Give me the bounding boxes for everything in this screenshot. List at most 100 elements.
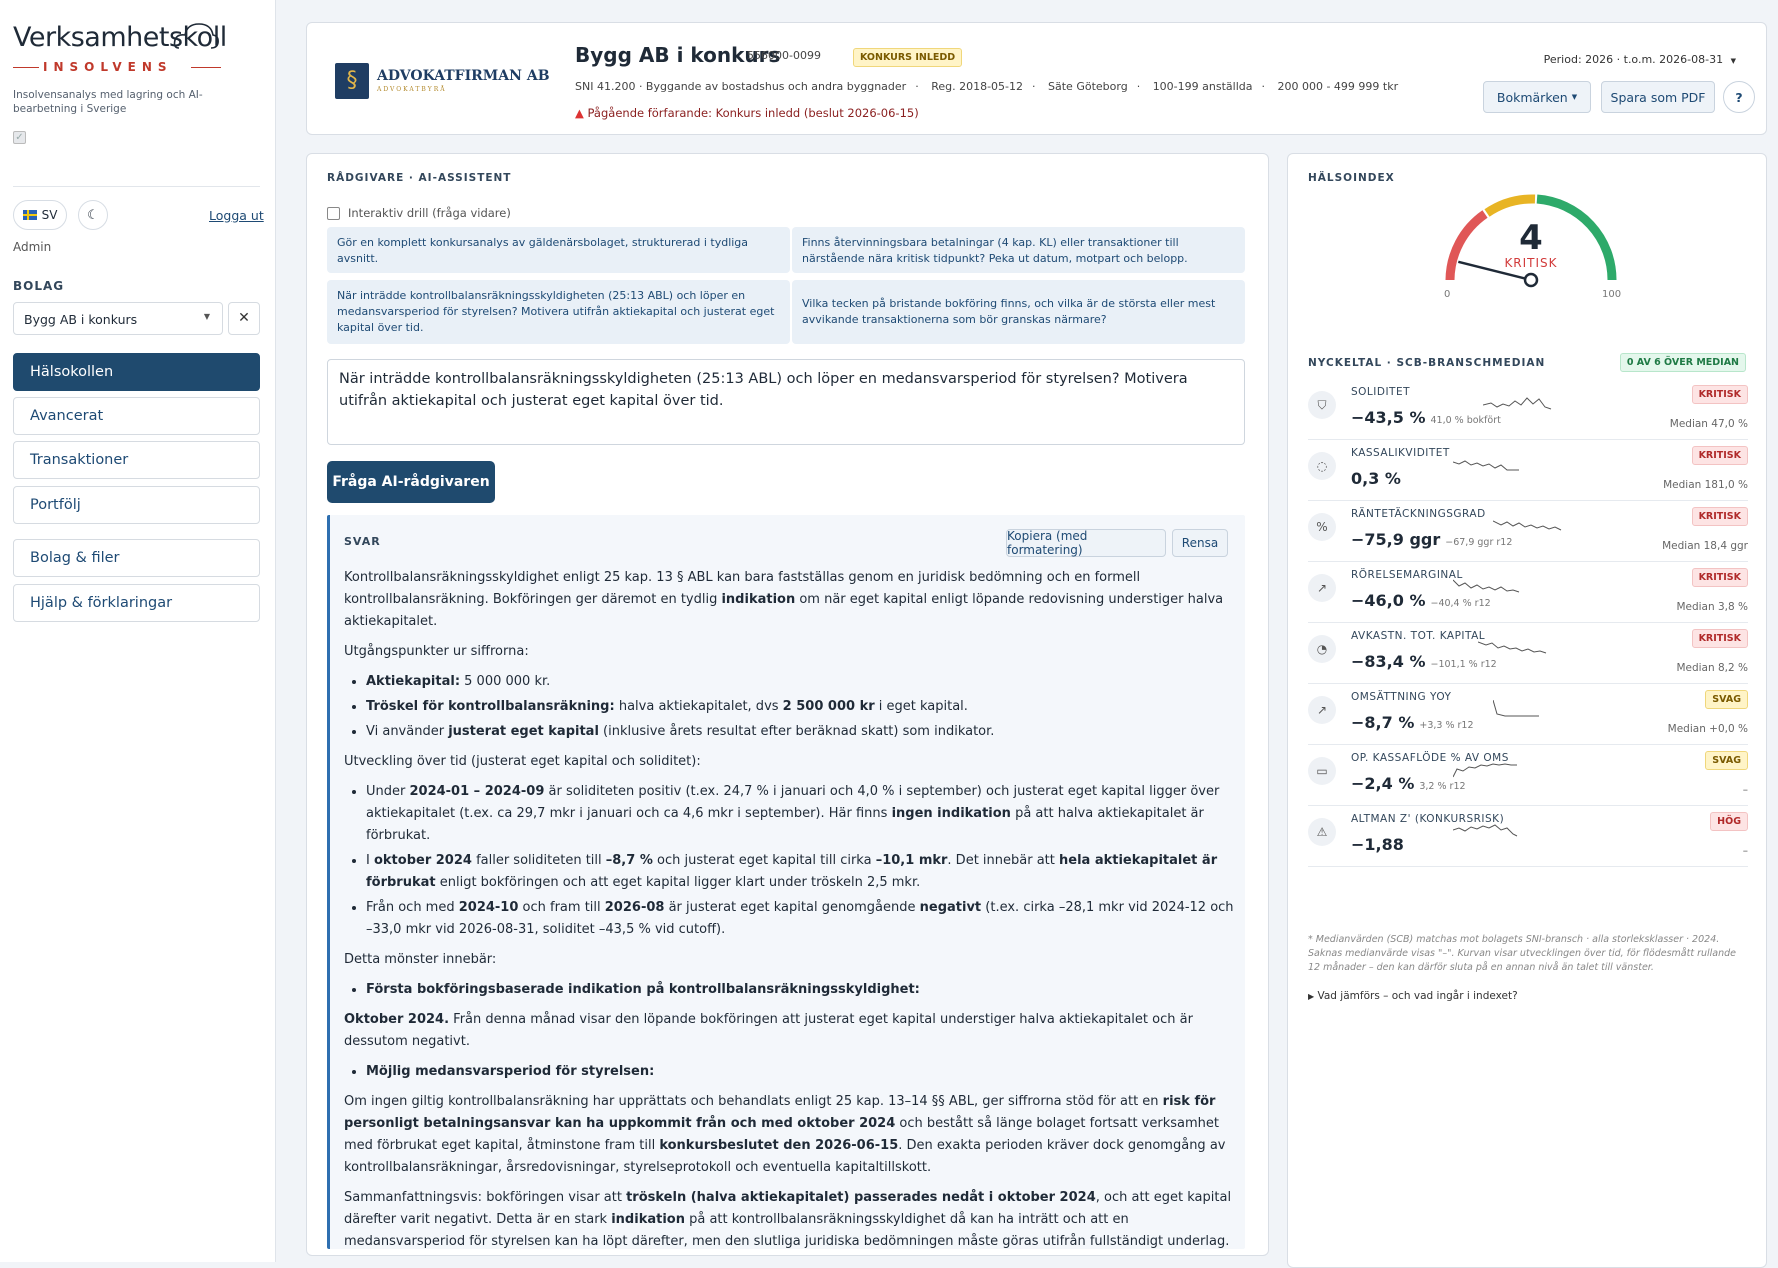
user-role: Admin xyxy=(13,240,52,254)
close-icon: ✕ xyxy=(238,310,250,326)
clear-button[interactable]: Rensa xyxy=(1172,529,1228,557)
gauge-yellow-arc xyxy=(1484,194,1536,217)
kpi-row[interactable]: ↗ OMSÄTTNING YOY −8,7 % +3,3 % r12 SVAG Media… xyxy=(1308,684,1748,745)
kpi-median: – xyxy=(1742,784,1748,796)
advisor-panel: RÅDGIVARE · AI-ASSISTENT Interaktiv dril… xyxy=(306,153,1269,1256)
company-select[interactable]: Bygg AB i konkurs ▼ xyxy=(13,302,223,335)
answer-paragraph: Kontrollbalansräkningsskyldighet enligt … xyxy=(344,570,1224,629)
kpi-value: −1,88 xyxy=(1351,835,1409,854)
nav-label: Bolag & filer xyxy=(30,550,120,566)
answer-paragraph: Utgångspunkter ur siffrorna: xyxy=(344,644,529,659)
answer-list: Första bokföringsbaserade indikation på … xyxy=(366,979,1234,1001)
company-select-value: Bygg AB i konkurs xyxy=(24,312,138,327)
drill-label: Interaktiv drill (fråga vidare) xyxy=(348,206,511,220)
advisor-heading: RÅDGIVARE · AI-ASSISTENT xyxy=(327,172,512,184)
warning-icon: ⚠ xyxy=(1308,818,1336,846)
disabled-checkbox[interactable]: ✓ xyxy=(13,131,26,144)
kpi-status-badge: KRITISK xyxy=(1691,629,1748,648)
health-panel: HÄLSOINDEX 4 KRITISK 0 100 NYCKELTAL · S… xyxy=(1287,153,1767,1268)
sparkline xyxy=(1483,397,1552,410)
divider xyxy=(13,186,260,187)
dark-mode-toggle[interactable]: ☾ xyxy=(78,200,108,230)
kpi-sub-value: +3,3 % r12 xyxy=(1419,720,1474,731)
answer-panel: SVAR Kopiera (med formatering) Rensa Kon… xyxy=(327,515,1245,1249)
details-toggle[interactable]: ▶ Vad jämförs – och vad ingår i indexet? xyxy=(1308,990,1518,1002)
company-meta: SNI 41.200 · Byggande av bostadshus och … xyxy=(575,80,1399,93)
kpi-row[interactable]: ↗ RÖRELSEMARGINAL −46,0 % −40,4 % r12 KRITIS… xyxy=(1308,562,1748,623)
nav-halsokollen[interactable]: Hälsokollen xyxy=(13,353,260,391)
kpi-row[interactable]: ⛉ SOLIDITET −43,5 % 41,0 % bokfört KRITISK Me… xyxy=(1308,379,1748,440)
nav-transaktioner[interactable]: Transaktioner xyxy=(13,441,260,479)
median-count-badge: 0 AV 6 ÖVER MEDIAN xyxy=(1619,353,1746,372)
sparkline xyxy=(1453,763,1517,778)
kpi-row[interactable]: ▭ OP. KASSAFLÖDE % AV OMS −2,4 % 3,2 % r12 S… xyxy=(1308,745,1748,806)
nav-bolag-filer[interactable]: Bolag & filer xyxy=(13,539,260,577)
suggestion-chip[interactable]: Finns återvinningsbara betalningar (4 ka… xyxy=(792,227,1245,273)
save-pdf-label: Spara som PDF xyxy=(1610,89,1706,105)
shield-icon: ⛉ xyxy=(1308,391,1336,419)
gauge-score: 4 xyxy=(1519,218,1543,258)
moon-icon: ☾ xyxy=(87,207,99,223)
kpi-value-main: −46,0 % xyxy=(1351,591,1426,610)
suggestion-chip[interactable]: Vilka tecken på bristande bokföring finn… xyxy=(792,280,1245,344)
language-selector[interactable]: SV xyxy=(13,200,67,230)
suggestion-chip[interactable]: Gör en komplett konkursanalys av gäldenä… xyxy=(327,227,790,273)
kpi-median: Median 8,2 % xyxy=(1676,662,1748,674)
kpi-status-badge: SVAG xyxy=(1705,751,1748,770)
kpi-sub-value: −40,4 % r12 xyxy=(1430,598,1491,609)
logo-subtitle: INSOLVENS xyxy=(43,60,173,74)
trend-icon: ↗ xyxy=(1308,574,1336,602)
suggestion-chip[interactable]: När inträdde kontrollbalansräkningsskyld… xyxy=(327,280,790,344)
kpi-value: −75,9 ggr −67,9 ggr r12 xyxy=(1351,530,1512,549)
kpi-value: −8,7 % +3,3 % r12 xyxy=(1351,713,1474,732)
kpi-sub-value: 41,0 % bokfört xyxy=(1430,415,1501,426)
kpi-value-main: −2,4 % xyxy=(1351,774,1415,793)
chevron-down-icon: ▼ xyxy=(203,312,210,321)
checkbox[interactable] xyxy=(327,206,340,220)
tagline: Insolvensanalys med lagring och AI-bearb… xyxy=(13,89,203,115)
kpi-row[interactable]: ◔ AVKASTN. TOT. KAPITAL −83,4 % −101,1 % r1… xyxy=(1308,623,1748,684)
answer-list: Möjlig medansvarsperiod för styrelsen: xyxy=(366,1061,1234,1083)
sparkline xyxy=(1493,700,1539,717)
nav-label: Hälsokollen xyxy=(30,364,114,380)
sidebar: Verksamhetskoll INSOLVENS Insolvensanaly… xyxy=(0,0,276,1262)
kpi-status-badge: KRITISK xyxy=(1691,446,1748,465)
kpi-name: RÖRELSEMARGINAL xyxy=(1351,569,1463,581)
bookmarks-button[interactable]: Bokmärken ▼ xyxy=(1483,81,1591,113)
kpi-median: Median 47,0 % xyxy=(1669,418,1748,430)
kpi-value-main: −83,4 % xyxy=(1351,652,1426,671)
company-header: § ADVOKATFIRMAN AB ADVOKATBYRÅ Bygg AB i… xyxy=(306,22,1767,135)
clear-company-button[interactable]: ✕ xyxy=(228,302,260,335)
kpi-row[interactable]: ⚠ ALTMAN Z' (KONKURSRISK) −1,88 HÖG – xyxy=(1308,806,1748,867)
kpi-median: Median 181,0 % xyxy=(1663,479,1748,491)
kpi-row[interactable]: % RÄNTETÄCKNINGSGRAD −75,9 ggr −67,9 ggr r1… xyxy=(1308,501,1748,562)
procedure-text: Pågående förfarande: Konkurs inledd (bes… xyxy=(587,106,919,120)
kpi-status-badge: KRITISK xyxy=(1691,507,1748,526)
triangle-right-icon: ▶ xyxy=(1308,992,1315,1001)
answer-paragraph: Detta mönster innebär: xyxy=(344,952,497,967)
app-logo[interactable]: Verksamhetskoll INSOLVENS xyxy=(13,22,253,78)
ask-ai-button[interactable]: Fråga AI-rådgivaren xyxy=(327,461,495,503)
procedure-notice: ▲ Pågående förfarande: Konkurs inledd (b… xyxy=(575,106,919,120)
answer-list: Aktiekapital: 5 000 000 kr. Tröskel för … xyxy=(366,671,1234,743)
logout-link[interactable]: Logga ut xyxy=(209,208,264,223)
drill-checkbox[interactable]: Interaktiv drill (fråga vidare) xyxy=(327,206,511,220)
kpi-name: AVKASTN. TOT. KAPITAL xyxy=(1351,630,1486,642)
period-selector[interactable]: Period: 2026 · t.o.m. 2026-08-31 ▼ xyxy=(1544,53,1736,66)
help-button[interactable]: ? xyxy=(1723,81,1755,113)
nav-label: Avancerat xyxy=(30,408,104,424)
trend-up-icon: ↗ xyxy=(1308,696,1336,724)
nav-hjalp[interactable]: Hjälp & förklaringar xyxy=(13,584,260,622)
save-pdf-button[interactable]: Spara som PDF xyxy=(1601,81,1715,113)
kpi-sub-value: −101,1 % r12 xyxy=(1430,659,1497,670)
nav-label: Transaktioner xyxy=(30,452,129,468)
copy-button[interactable]: Kopiera (med formatering) xyxy=(1006,529,1166,557)
answer-paragraph: Om ingen giltig kontrollbalansräkning ha… xyxy=(344,1094,1226,1175)
question-input[interactable]: När inträdde kontrollbalansräkningsskyld… xyxy=(327,359,1245,445)
nav-portfolj[interactable]: Portfölj xyxy=(13,486,260,524)
kpi-median: Median 18,4 ggr xyxy=(1662,540,1748,552)
sparkline xyxy=(1453,579,1520,593)
bookmarks-label: Bokmärken xyxy=(1496,89,1568,105)
nav-avancerat[interactable]: Avancerat xyxy=(13,397,260,435)
kpi-row[interactable]: ◌ KASSALIKVIDITET 0,3 % KRITISK Median 181,0… xyxy=(1308,440,1748,501)
